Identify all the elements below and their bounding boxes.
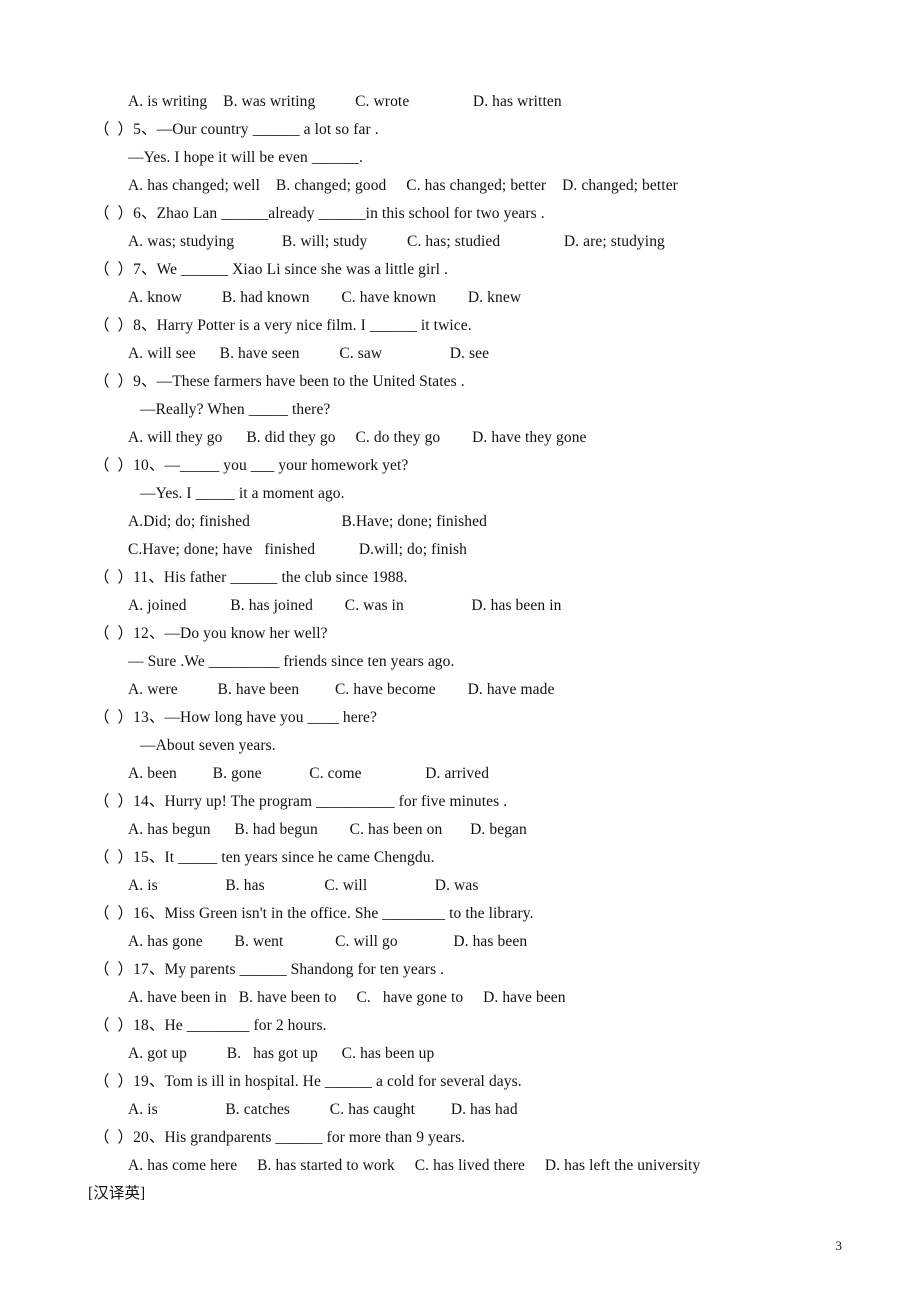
q13-reply: —About seven years. bbox=[140, 737, 276, 754]
q11-stem: （ ）11、His father ______ the club since 1… bbox=[94, 569, 408, 586]
q12-reply: — Sure .We _________ friends since ten y… bbox=[128, 653, 455, 670]
q16-stem: （ ）16、Miss Green isn't in the office. Sh… bbox=[94, 905, 534, 922]
q10-reply: —Yes. I _____ it a moment ago. bbox=[140, 485, 345, 502]
q18-stem: （ ）18、He ________ for 2 hours. bbox=[94, 1017, 327, 1034]
q9-options: A. will they go B. did they go C. do the… bbox=[128, 429, 587, 446]
q7-stem: （ ）7、We ______ Xiao Li since she was a l… bbox=[94, 261, 449, 278]
page-number: 3 bbox=[835, 1238, 843, 1253]
q5-options: A. has changed; well B. changed; good C.… bbox=[128, 177, 678, 194]
q15-options: A. is B. has C. will D. was bbox=[128, 877, 479, 894]
q8-options: A. will see B. have seen C. saw D. see bbox=[128, 345, 490, 362]
q12-stem: （ ）12、—Do you know her well? bbox=[94, 625, 328, 642]
q5-stem: （ ）5、—Our country ______ a lot so far . bbox=[94, 121, 379, 138]
q10-stem: （ ）10、—_____ you ___ your homework yet? bbox=[94, 457, 409, 474]
q4-options: A. is writing B. was writing C. wrote D.… bbox=[128, 93, 562, 110]
section-label-translation: [汉译英] bbox=[88, 1185, 146, 1202]
document-body: A. is writing B. was writing C. wrote D.… bbox=[0, 88, 920, 1208]
q19-options: A. is B. catches C. has caught D. has ha… bbox=[128, 1101, 518, 1118]
q6-options: A. was; studying B. will; study C. has; … bbox=[128, 233, 665, 250]
q14-options: A. has begun B. had begun C. has been on… bbox=[128, 821, 527, 838]
q9-reply: —Really? When _____ there? bbox=[140, 401, 331, 418]
q13-options: A. been B. gone C. come D. arrived bbox=[128, 765, 490, 782]
q17-options: A. have been in B. have been to C. have … bbox=[128, 989, 566, 1006]
q16-options: A. has gone B. went C. will go D. has be… bbox=[128, 933, 528, 950]
q11-options: A. joined B. has joined C. was in D. has… bbox=[128, 597, 562, 614]
q14-stem: （ ）14、Hurry up! The program __________ f… bbox=[94, 793, 508, 810]
q19-stem: （ ）19、Tom is ill in hospital. He ______ … bbox=[94, 1073, 522, 1090]
q15-stem: （ ）15、It _____ ten years since he came C… bbox=[94, 849, 435, 866]
q12-options: A. were B. have been C. have become D. h… bbox=[128, 681, 555, 698]
q8-stem: （ ）8、Harry Potter is a very nice film. I… bbox=[94, 317, 472, 334]
q20-options: A. has come here B. has started to work … bbox=[128, 1157, 701, 1174]
q9-stem: （ ）9、—These farmers have been to the Uni… bbox=[94, 373, 465, 390]
q18-options: A. got up B. has got up C. has been up bbox=[128, 1045, 435, 1062]
q10-optionsCD: C.Have; done; have finished D.will; do; … bbox=[128, 541, 468, 558]
q10-optionsAB: A.Did; do; finished B.Have; done; finish… bbox=[128, 513, 487, 530]
q5-reply: —Yes. I hope it will be even ______. bbox=[128, 149, 363, 166]
q6-stem: （ ）6、Zhao Lan ______already ______in thi… bbox=[94, 205, 545, 222]
q13-stem: （ ）13、—How long have you ____ here? bbox=[94, 709, 377, 726]
q17-stem: （ ）17、My parents ______ Shandong for ten… bbox=[94, 961, 445, 978]
q7-options: A. know B. had known C. have known D. kn… bbox=[128, 289, 522, 306]
q20-stem: （ ）20、His grandparents ______ for more t… bbox=[94, 1129, 466, 1146]
document-page: A. is writing B. was writing C. wrote D.… bbox=[0, 0, 920, 1302]
